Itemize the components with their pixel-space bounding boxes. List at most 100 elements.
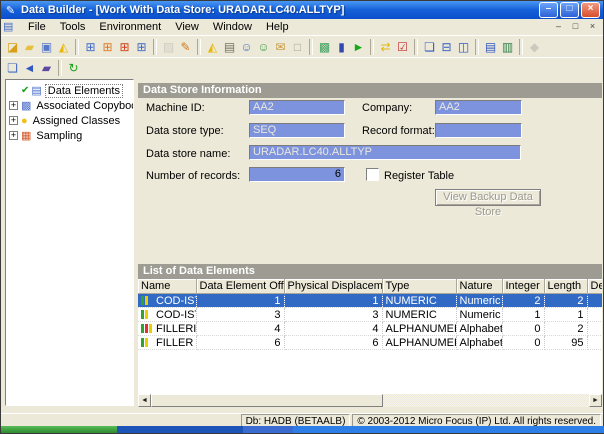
expand-icon[interactable]: +: [9, 101, 18, 110]
menu-view[interactable]: View: [168, 20, 206, 34]
mdi-system-icon[interactable]: ▤: [3, 21, 17, 33]
menu-help[interactable]: Help: [259, 20, 296, 34]
table-row[interactable]: FILLER 6 6 ALPHANUMERIC Alphabetical 0 9…: [138, 336, 602, 350]
column-header-displacement[interactable]: Physical Displacement: [284, 279, 382, 294]
cell-offset: 1: [196, 294, 284, 308]
data-elements-icon: ▤: [31, 84, 41, 97]
column-header-nature[interactable]: Nature: [456, 279, 502, 294]
navigate-icon[interactable]: ◄: [21, 59, 38, 77]
task-check-icon[interactable]: ☑: [394, 38, 411, 56]
cell-displacement: 1: [284, 294, 382, 308]
expand-icon[interactable]: +: [9, 116, 18, 125]
window-grid-icon[interactable]: ⊞: [133, 38, 150, 56]
company-field[interactable]: AA2: [435, 100, 522, 115]
cell-integer: 0: [502, 336, 544, 350]
scrollbar-thumb[interactable]: [151, 394, 383, 407]
table-row[interactable]: FILLERINO 4 4 ALPHANUMERIC Alphabetical …: [138, 322, 602, 336]
number-of-records-field[interactable]: 6: [249, 167, 345, 182]
worker-green-icon[interactable]: ☺: [255, 38, 272, 56]
data-store-panel: Data Store Information Machine ID: AA2 C…: [138, 79, 602, 406]
machine-id-field[interactable]: AA2: [249, 100, 345, 115]
swap-icon[interactable]: ⇄: [377, 38, 394, 56]
toolbar-separator: [370, 39, 374, 55]
folder-image-icon[interactable]: ▰: [38, 59, 55, 77]
tile-vertical-icon[interactable]: ◫: [455, 38, 472, 56]
alert-bell-icon[interactable]: ◭: [204, 38, 221, 56]
mdi-minimize-button[interactable]: –: [550, 20, 567, 35]
cell-name: FILLER: [138, 336, 196, 350]
printer-icon[interactable]: ▤: [221, 38, 238, 56]
tile-horizontal-icon[interactable]: ⊟: [438, 38, 455, 56]
app-icon: ✎: [4, 4, 17, 17]
element-type-bars-icon: [141, 323, 153, 335]
expand-icon[interactable]: +: [9, 131, 18, 140]
tree-item-assigned-classes[interactable]: + ● Assigned Classes: [6, 113, 133, 128]
cell-type: ALPHANUMERIC: [382, 336, 456, 350]
menu-file[interactable]: File: [21, 20, 53, 34]
tree-item-data-elements[interactable]: ✔ ▤ Data Elements: [6, 83, 133, 98]
cell-length: 2: [544, 322, 587, 336]
menu-environment[interactable]: Environment: [92, 20, 168, 34]
column-header-length[interactable]: Length: [544, 279, 587, 294]
data-store-type-field[interactable]: SEQ: [249, 123, 345, 138]
toolbar-separator: [414, 39, 418, 55]
scroll-left-button[interactable]: ◄: [138, 394, 151, 407]
cascade-windows-icon[interactable]: ❏: [421, 38, 438, 56]
tree-item-associated-copybook[interactable]: + ▩ Associated Copybook: [6, 98, 133, 113]
mail-send-icon[interactable]: ✉: [272, 38, 289, 56]
diamond-icon: ◆: [526, 38, 543, 56]
secondary-toolbar: ❏ ◄ ▰ ↻: [1, 57, 603, 78]
window-bars-icon[interactable]: ⊞: [99, 38, 116, 56]
cell-integer: 0: [502, 322, 544, 336]
bell-icon[interactable]: ◭: [55, 38, 72, 56]
tree-item-sampling[interactable]: + ▦ Sampling: [6, 128, 133, 143]
refresh-icon[interactable]: ↻: [65, 59, 82, 77]
window-chart-icon[interactable]: ⊞: [82, 38, 99, 56]
open-data-store-icon[interactable]: ◪: [4, 38, 21, 56]
start-button-edge[interactable]: [1, 426, 117, 433]
details-view-icon[interactable]: ▤: [482, 38, 499, 56]
column-header-decimal[interactable]: Decimal: [587, 279, 602, 294]
book-icon[interactable]: ▮: [333, 38, 350, 56]
horizontal-scrollbar[interactable]: ◄ ►: [138, 394, 602, 407]
minimize-button[interactable]: –: [539, 2, 558, 18]
cell-type: ALPHANUMERIC: [382, 322, 456, 336]
table-row[interactable]: COD-IST 1 1 NUMERIC Numeric 2 2: [138, 294, 602, 308]
copybook-icon: ▩: [21, 99, 31, 112]
scroll-right-button[interactable]: ►: [589, 394, 602, 407]
cell-integer: 2: [502, 294, 544, 308]
data-store-type-label: Data store type:: [146, 125, 224, 137]
window-fire-icon[interactable]: ⊞: [116, 38, 133, 56]
machine-id-label: Machine ID:: [146, 102, 205, 114]
data-store-name-field[interactable]: URADAR.LC40.ALLTYP: [249, 145, 521, 160]
number-of-records-label: Number of records:: [146, 170, 240, 182]
column-header-integer[interactable]: Integer: [502, 279, 544, 294]
menu-window[interactable]: Window: [206, 20, 259, 34]
page-gray-icon[interactable]: □: [289, 38, 306, 56]
menu-tools[interactable]: Tools: [53, 20, 93, 34]
column-header-offset[interactable]: Data Element Offset▴: [196, 279, 284, 294]
edit-window-icon[interactable]: ❏: [4, 59, 21, 77]
folder-icon[interactable]: ▰: [21, 38, 38, 56]
register-table-checkbox[interactable]: [366, 168, 379, 181]
chart-view-icon[interactable]: ▥: [499, 38, 516, 56]
mdi-restore-button[interactable]: □: [567, 20, 584, 35]
image-icon[interactable]: ▩: [316, 38, 333, 56]
cell-decimal: [587, 294, 602, 308]
record-format-field[interactable]: [435, 123, 522, 138]
column-header-name[interactable]: Name: [138, 279, 196, 294]
computer-icon[interactable]: ▣: [38, 38, 55, 56]
cell-name: COD-IST-1: [138, 308, 196, 322]
close-button[interactable]: ×: [581, 2, 600, 18]
run-icon[interactable]: ►: [350, 38, 367, 56]
element-type-bars-icon: [141, 337, 153, 349]
table-row[interactable]: COD-IST-1 3 3 NUMERIC Numeric 1 1: [138, 308, 602, 322]
worker-blue-icon[interactable]: ☺: [238, 38, 255, 56]
mdi-close-button[interactable]: ×: [584, 20, 601, 35]
toolbar-separator: [75, 39, 79, 55]
taskbar-button-edge[interactable]: [243, 426, 293, 433]
restore-button[interactable]: □: [560, 2, 579, 18]
edit-note-icon[interactable]: ✎: [177, 38, 194, 56]
cell-displacement: 4: [284, 322, 382, 336]
column-header-type[interactable]: Type: [382, 279, 456, 294]
